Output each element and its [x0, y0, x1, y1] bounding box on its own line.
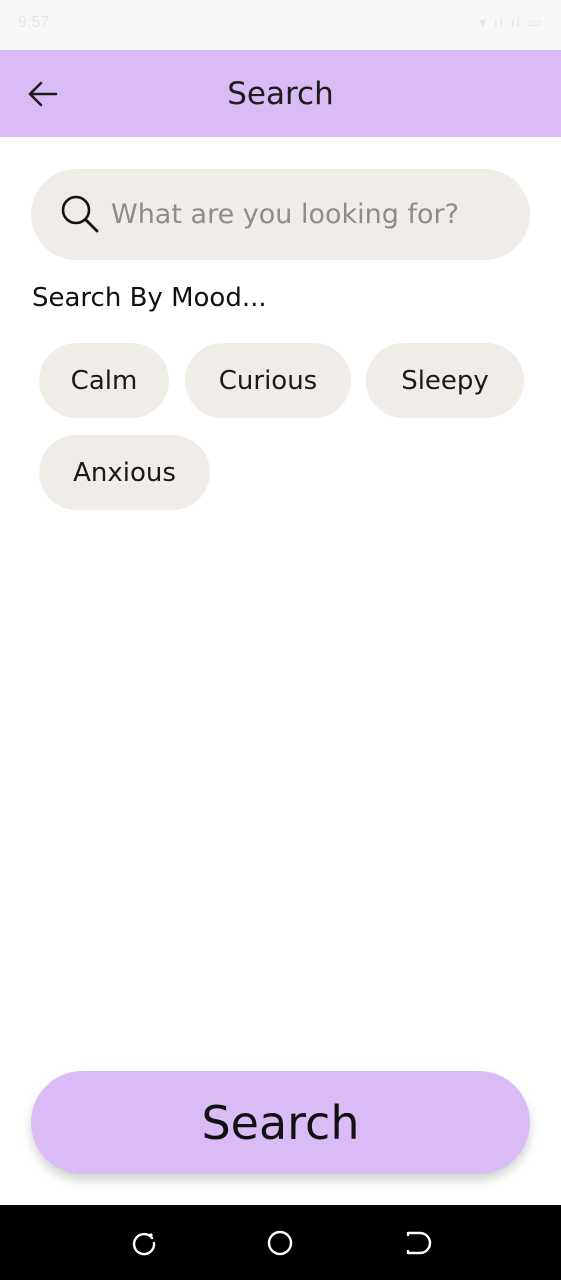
app-bar: Search: [0, 50, 561, 137]
search-field[interactable]: [31, 169, 530, 260]
mood-chip-curious[interactable]: Curious: [185, 343, 351, 418]
system-nav-bar: [0, 1205, 561, 1280]
search-icon: [61, 195, 99, 233]
mood-chip-calm[interactable]: Calm: [39, 343, 169, 418]
mood-chip-sleepy[interactable]: Sleepy: [366, 343, 524, 418]
status-bar: 9:57 ▾ ıl ıl ▭: [0, 0, 561, 50]
search-screen: 9:57 ▾ ıl ıl ▭ Search Search By Mood... …: [0, 0, 561, 1280]
page-title: Search: [227, 76, 334, 112]
search-input[interactable]: [111, 169, 511, 260]
status-time: 9:57: [18, 14, 50, 31]
mood-heading: Search By Mood...: [32, 283, 267, 313]
back-icon[interactable]: [404, 1229, 432, 1257]
search-button[interactable]: Search: [31, 1071, 530, 1174]
mood-chip-anxious[interactable]: Anxious: [39, 435, 210, 510]
home-icon[interactable]: [266, 1229, 294, 1257]
recent-apps-icon[interactable]: [130, 1229, 158, 1257]
status-indicators: ▾ ıl ıl ▭: [479, 14, 543, 30]
